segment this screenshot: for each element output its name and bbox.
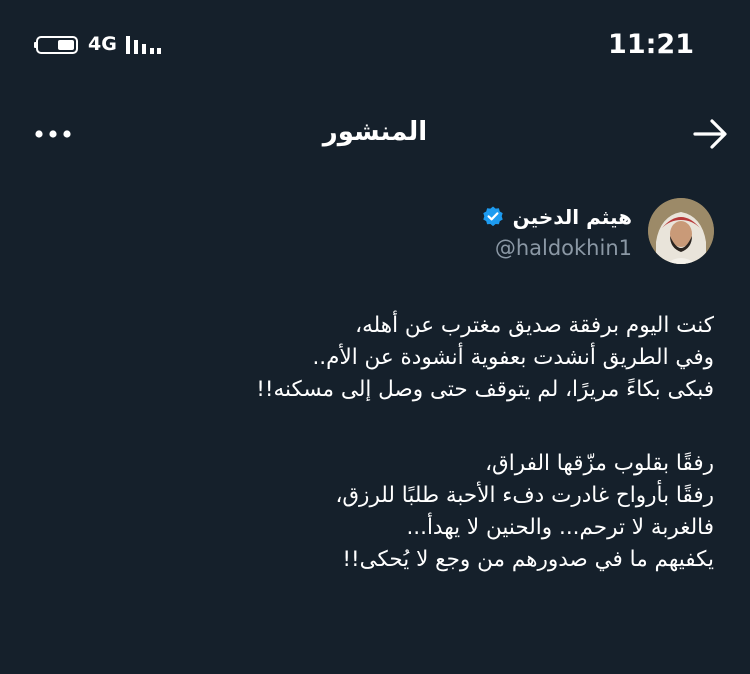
author-block: هيثم الدخين @haldokhin1 — [0, 196, 750, 276]
status-time: 11:21 — [608, 29, 694, 60]
tweet-line: رفقًا بقلوب مزّقها الفراق، — [485, 451, 714, 476]
display-name: هيثم الدخين — [512, 205, 632, 229]
tweet-text: كنت اليوم برفقة صديق مغترب عن أهله، وفي … — [54, 310, 714, 576]
post-header: المنشور — [0, 100, 750, 170]
tweet-line: فبكى بكاءً مريرًا، لم يتوقف حتى وصل إلى … — [256, 377, 714, 402]
tweet-line: فالغربة لا ترحم... والحنين لا يهدأ... — [406, 515, 714, 540]
battery-icon — [34, 36, 78, 54]
back-button[interactable] — [692, 116, 728, 152]
arrow-right-icon — [693, 119, 727, 149]
user-handle[interactable]: @haldokhin1 — [495, 234, 632, 262]
display-name-row[interactable]: هيثم الدخين — [481, 202, 632, 232]
verified-badge-icon — [482, 206, 503, 227]
avatar[interactable] — [648, 198, 714, 264]
page-title: المنشور — [322, 117, 428, 147]
signal-strength-icon — [126, 36, 161, 54]
tweet-line: كنت اليوم برفقة صديق مغترب عن أهله، — [355, 313, 714, 338]
network-type: 4G — [88, 33, 117, 55]
tweet-line: رفقًا بأرواح غادرت دفء الأحبة طلبًا للرز… — [335, 483, 714, 508]
tweet-line: يكفيهم ما في صدورهم من وجع لا يُحكى!! — [342, 547, 714, 572]
avatar-image — [648, 198, 714, 264]
tweet-line: وفي الطريق أنشدت بعفوية أنشودة عن الأم.. — [312, 345, 714, 370]
status-bar: 4G 11:21 — [0, 0, 750, 90]
